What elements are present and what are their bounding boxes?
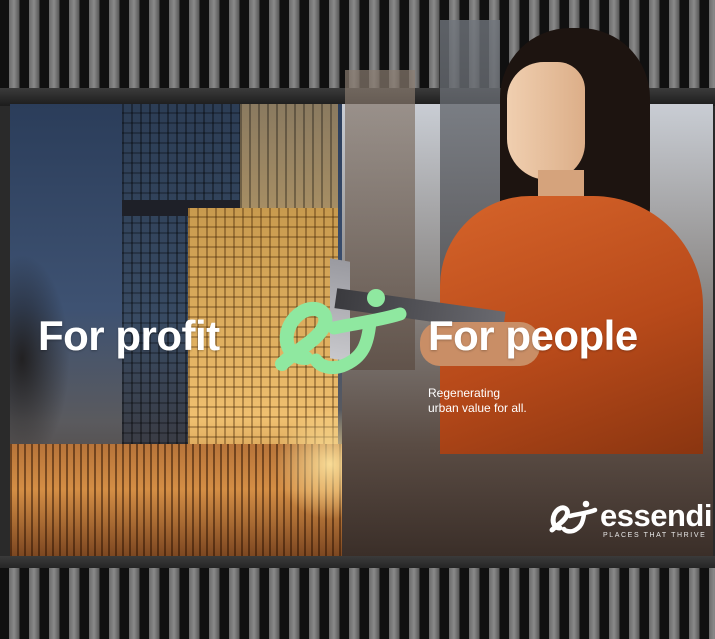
subcopy-line-1: Regenerating <box>428 386 501 400</box>
brand-lockup: essendi PLACES THAT THRIVE <box>548 498 713 544</box>
headline-for-profit: For profit <box>38 312 220 359</box>
subcopy-line-2: urban value for all. <box>428 401 527 415</box>
headline-for-people: For people <box>428 312 638 359</box>
brand-name: essendi <box>600 498 712 533</box>
subcopy: Regenerating urban value for all. <box>428 386 527 416</box>
facade-slats-bottom <box>0 568 715 639</box>
woman-face <box>507 62 585 180</box>
essendi-monogram-icon <box>275 289 407 375</box>
brand-monogram-icon <box>549 500 598 534</box>
brand-tagline: PLACES THAT THRIVE <box>603 532 707 539</box>
